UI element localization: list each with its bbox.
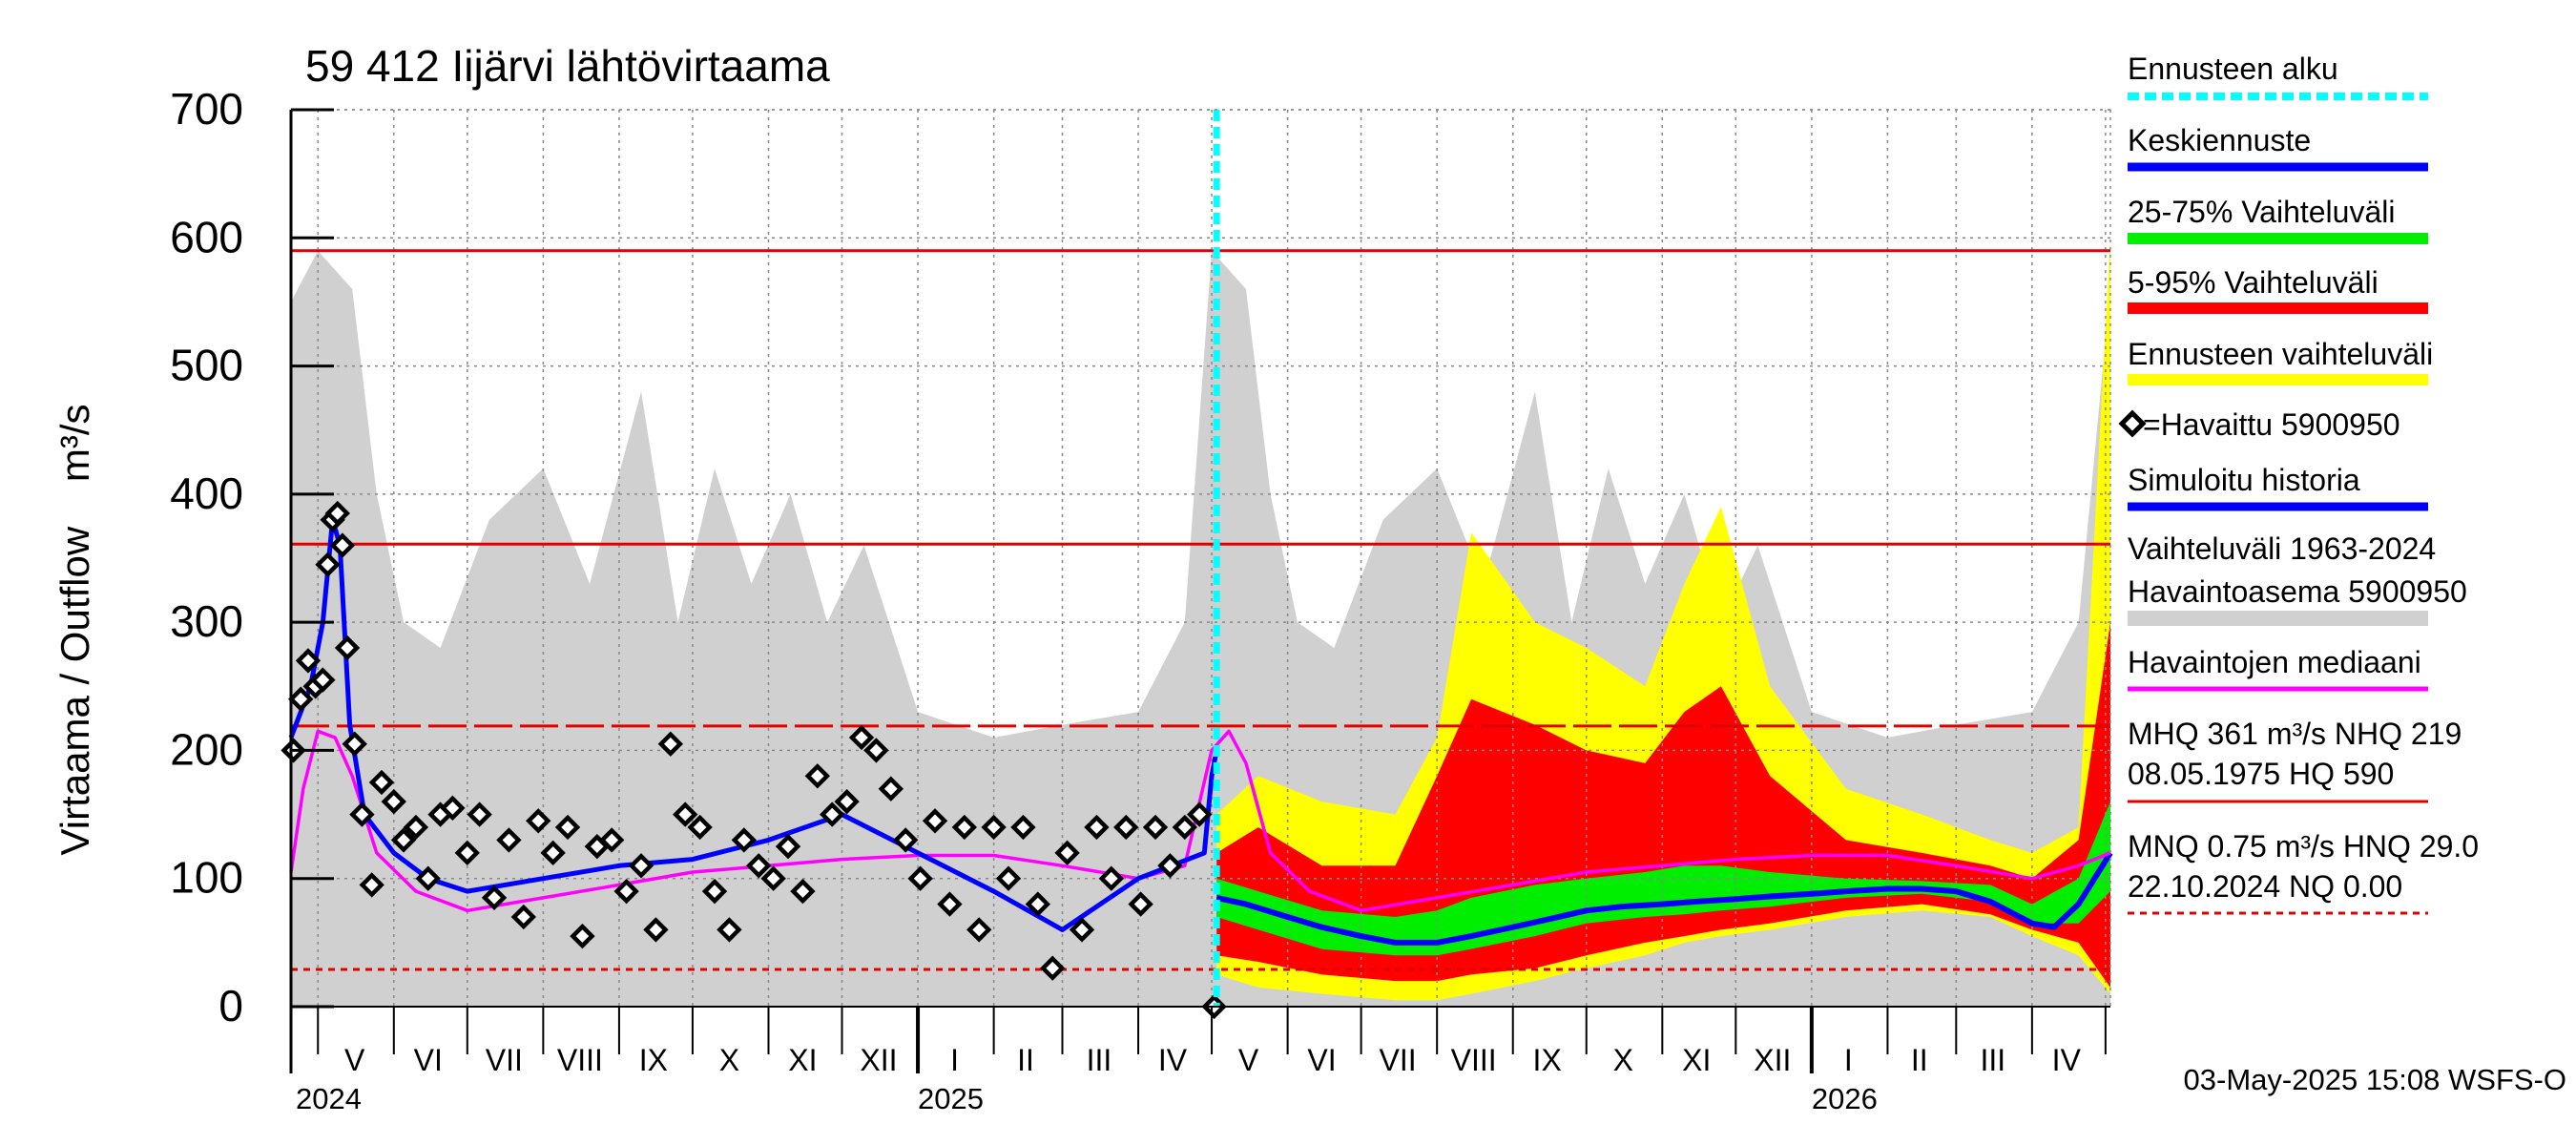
legend-forecast-start-label: Ennusteen alku [2128, 52, 2338, 86]
month-label-11: IV [1158, 1043, 1188, 1077]
legend-observed-label: =Havaittu 5900950 [2143, 407, 2400, 442]
y-tick-label: 700 [170, 84, 243, 134]
legend-simulated-label: Simuloitu historia [2128, 463, 2360, 497]
month-label-0: V [344, 1043, 365, 1077]
chart-title: 59 412 Iijärvi lähtövirtaama [305, 41, 830, 91]
legend-history-label: Vaihteluväli 1963-2024 [2128, 531, 2436, 566]
legend-stats-low-label2: 22.10.2024 NQ 0.00 [2128, 869, 2402, 904]
y-tick-label: 400 [170, 468, 243, 518]
month-label-15: VIII [1451, 1043, 1497, 1077]
legend-observed-marker [2118, 409, 2147, 438]
month-label-4: IX [639, 1043, 668, 1077]
month-label-7: XII [860, 1043, 897, 1077]
y-tick-label: 500 [170, 341, 243, 390]
month-label-18: XI [1682, 1043, 1711, 1077]
legend-q5-95-label: 5-95% Vaihteluväli [2128, 265, 2379, 300]
month-label-8: I [950, 1043, 959, 1077]
month-label-19: XII [1754, 1043, 1791, 1077]
year-label-1: 2025 [918, 1082, 984, 1115]
y-tick-label: 200 [170, 724, 243, 774]
month-label-10: III [1087, 1043, 1112, 1077]
month-label-21: II [1911, 1043, 1928, 1077]
month-label-13: VI [1307, 1043, 1336, 1077]
month-label-20: I [1844, 1043, 1853, 1077]
y-tick-label: 100 [170, 853, 243, 903]
legend-history-label2: Havaintoasema 5900950 [2128, 574, 2467, 609]
y-tick-label: 0 [218, 981, 243, 1030]
month-label-12: V [1238, 1043, 1259, 1077]
year-label-0: 2024 [296, 1082, 362, 1115]
month-label-22: III [1980, 1043, 2005, 1077]
outflow-chart: 59 412 Iijärvi lähtövirtaama Virtaama / … [52, 41, 2566, 1115]
legend-mean-label: Keskiennuste [2128, 123, 2311, 157]
month-label-3: VIII [557, 1043, 603, 1077]
month-label-6: XI [788, 1043, 817, 1077]
month-label-2: VII [486, 1043, 523, 1077]
month-label-16: IX [1533, 1043, 1562, 1077]
month-label-14: VII [1380, 1043, 1417, 1077]
legend-forecast-range-label: Ennusteen vaihteluväli [2128, 337, 2433, 371]
legend-median-label: Havaintojen mediaani [2128, 645, 2421, 679]
year-label-2: 2026 [1812, 1082, 1878, 1115]
month-label-23: IV [2052, 1043, 2082, 1077]
legend-stats-low-label1: MNQ 0.75 m³/s HNQ 29.0 [2128, 829, 2479, 864]
legend-stats-high-label1: MHQ 361 m³/s NHQ 219 [2128, 717, 2462, 751]
y-axis-label: Virtaama / Outflow m³/s [52, 404, 97, 855]
month-label-9: II [1017, 1043, 1034, 1077]
footer-timestamp: 03-May-2025 15:08 WSFS-O [2184, 1063, 2566, 1096]
legend-q25-75-label: 25-75% Vaihteluväli [2128, 195, 2395, 229]
legend: Ennusteen alku Keskiennuste 25-75% Vaihtel… [2118, 52, 2479, 915]
month-label-17: X [1613, 1043, 1633, 1077]
legend-stats-high-label2: 08.05.1975 HQ 590 [2128, 757, 2394, 791]
y-tick-label: 300 [170, 596, 243, 646]
month-label-1: VI [414, 1043, 443, 1077]
y-tick-label: 600 [170, 212, 243, 261]
month-label-5: X [719, 1043, 739, 1077]
